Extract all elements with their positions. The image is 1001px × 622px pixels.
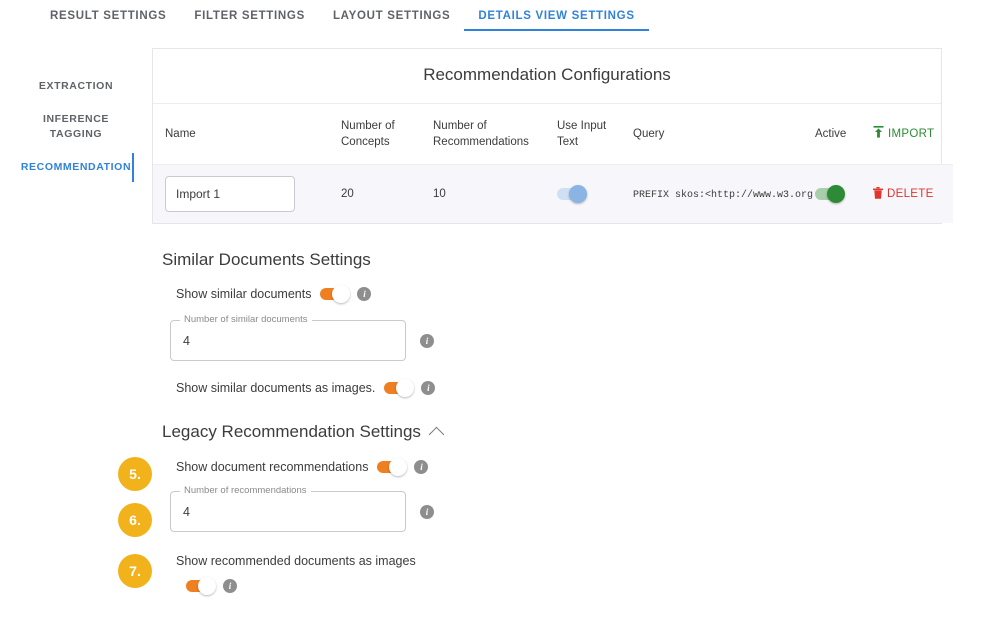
cell-concepts: 20 [341, 165, 433, 224]
toggle-knob [332, 285, 350, 303]
info-icon[interactable]: i [223, 579, 237, 593]
sidebar-item-recommendation[interactable]: RECOMMENDATION [0, 151, 152, 184]
number-of-recommendations-field[interactable]: Number of recommendations 4 [170, 491, 406, 532]
active-toggle[interactable] [815, 188, 843, 200]
page-layout: EXTRACTION INFERENCETAGGING RECOMMENDATI… [0, 28, 1001, 593]
step-badge-7: 7. [118, 554, 152, 588]
number-of-similar-documents-row: Number of similar documents 4 i [170, 320, 1001, 361]
sidebar-item-label: INFERENCETAGGING [43, 113, 109, 140]
cell-recommendations: 10 [433, 165, 557, 224]
show-similar-documents-as-images-label: Show similar documents as images. [176, 381, 375, 395]
import-label: IMPORT [888, 126, 934, 142]
recommendation-configurations-card: Recommendation Configurations Name Numbe… [152, 48, 942, 224]
number-of-similar-documents-field[interactable]: Number of similar documents 4 [170, 320, 406, 361]
legacy-title-label: Legacy Recommendation Settings [162, 422, 421, 442]
show-recommended-documents-as-images-row: Show recommended documents as images i [176, 554, 1001, 593]
step-badge-6: 6. [118, 503, 152, 537]
toggle-knob [569, 185, 587, 203]
chevron-up-icon [429, 426, 445, 442]
show-recommended-documents-as-images-label: Show recommended documents as images [176, 554, 1001, 568]
settings-tabbar: RESULT SETTINGS FILTER SETTINGS LAYOUT S… [0, 0, 1001, 28]
show-similar-documents-label: Show similar documents [176, 287, 311, 301]
show-similar-documents-toggle[interactable] [320, 288, 348, 300]
toggle-knob [396, 379, 414, 397]
delete-button[interactable]: DELETE [873, 187, 934, 202]
sidebar-item-inference-tagging[interactable]: INFERENCETAGGING [0, 103, 152, 151]
toggle-knob [827, 185, 845, 203]
show-document-recommendations-row: Show document recommendations i [176, 460, 1001, 474]
show-recommended-documents-as-images-toggle[interactable] [186, 580, 214, 592]
legacy-recommendation-section: Legacy Recommendation Settings Show docu… [162, 422, 1001, 593]
cell-delete: DELETE [873, 165, 953, 224]
field-label: Number of recommendations [180, 485, 311, 497]
import-button[interactable]: IMPORT [873, 126, 934, 143]
cell-active [815, 165, 873, 224]
step-badge-5: 5. [118, 457, 152, 491]
field-value: 4 [183, 505, 190, 519]
similar-documents-section: Similar Documents Settings Show similar … [162, 250, 1001, 395]
show-similar-documents-as-images-row: Show similar documents as images. i [176, 381, 1001, 395]
table-header-row: Name Number ofConcepts Number ofRecommen… [153, 104, 953, 165]
similar-documents-title: Similar Documents Settings [162, 250, 1001, 270]
show-recommended-documents-as-images-controls: i [186, 579, 1001, 593]
upload-icon [873, 126, 884, 143]
info-icon[interactable]: i [420, 505, 434, 519]
settings-content: Recommendation Configurations Name Numbe… [152, 28, 1001, 593]
column-header-import: IMPORT [873, 104, 953, 165]
table-row: 20 10 PREFIX skos:<http://www.w3.org [153, 165, 953, 224]
configuration-name-input[interactable] [165, 176, 295, 212]
column-header-active: Active [815, 104, 873, 165]
settings-sidebar: EXTRACTION INFERENCETAGGING RECOMMENDATI… [0, 28, 152, 184]
trash-icon [873, 187, 883, 202]
column-header-query: Query [633, 104, 815, 165]
info-icon[interactable]: i [357, 287, 371, 301]
column-header-recommendations: Number ofRecommendations [433, 104, 557, 165]
column-header-use-input-text: Use InputText [557, 104, 633, 165]
cell-name [153, 165, 341, 224]
cell-query: PREFIX skos:<http://www.w3.org [633, 165, 815, 224]
info-icon[interactable]: i [420, 334, 434, 348]
sidebar-item-extraction[interactable]: EXTRACTION [0, 70, 152, 103]
info-icon[interactable]: i [414, 460, 428, 474]
show-document-recommendations-label: Show document recommendations [176, 460, 368, 474]
card-title: Recommendation Configurations [153, 49, 941, 104]
show-document-recommendations-toggle[interactable] [377, 461, 405, 473]
show-similar-documents-as-images-toggle[interactable] [384, 382, 412, 394]
query-text: PREFIX skos:<http://www.w3.org [633, 190, 813, 201]
column-header-name: Name [153, 104, 341, 165]
use-input-text-toggle[interactable] [557, 188, 585, 200]
number-of-recommendations-row: Number of recommendations 4 i [170, 491, 1001, 532]
show-similar-documents-row: Show similar documents i [176, 287, 1001, 301]
recommendation-configurations-table: Name Number ofConcepts Number ofRecommen… [153, 104, 953, 223]
field-label: Number of similar documents [180, 314, 312, 326]
cell-use-input-text [557, 165, 633, 224]
field-value: 4 [183, 334, 190, 348]
column-header-concepts: Number ofConcepts [341, 104, 433, 165]
delete-label: DELETE [887, 188, 934, 200]
toggle-knob [198, 577, 216, 595]
legacy-recommendation-title[interactable]: Legacy Recommendation Settings [162, 422, 442, 442]
toggle-knob [389, 458, 407, 476]
info-icon[interactable]: i [421, 381, 435, 395]
